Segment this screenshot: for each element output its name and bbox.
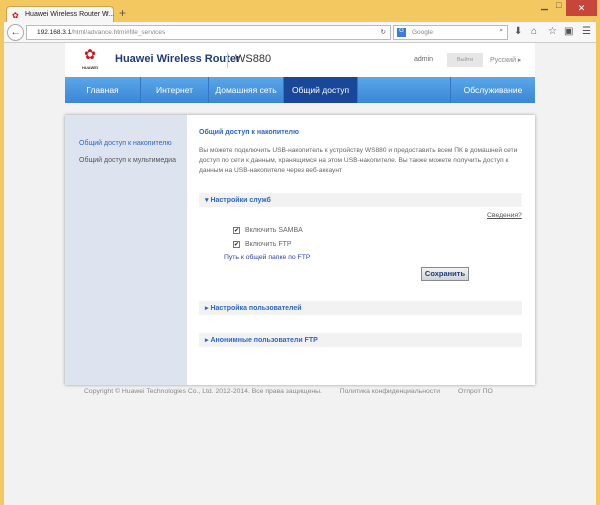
- home-icon[interactable]: ⌂: [531, 26, 537, 37]
- sidebar-item-media-sharing[interactable]: Общий доступ к мультимедиа: [79, 157, 176, 164]
- reload-icon[interactable]: ↻: [381, 28, 386, 36]
- search-placeholder: Google: [412, 29, 433, 36]
- logo-text: HUAWEI: [82, 65, 98, 70]
- router-header: ✿ HUAWEI Huawei Wireless Router WS880 adm…: [65, 43, 535, 77]
- logout-button[interactable]: Выйти: [447, 53, 483, 67]
- sidebar: Общий доступ к накопителю Общий доступ к…: [65, 115, 187, 385]
- close-window-button[interactable]: ✕: [566, 0, 597, 16]
- samba-checkbox[interactable]: ✔ Включить SAMBA: [233, 227, 303, 234]
- minimize-button[interactable]: ▁: [541, 0, 548, 11]
- footer: Copyright © Huawei Technologies Co., Ltd…: [84, 388, 509, 395]
- product-title: Huawei Wireless Router: [115, 53, 241, 65]
- huawei-logo: ✿ HUAWEI: [77, 47, 103, 75]
- menu-sharing[interactable]: Общий доступ: [284, 77, 358, 103]
- copyright: Copyright © Huawei Technologies Co., Ltd…: [84, 388, 322, 395]
- save-button[interactable]: Сохранить: [421, 267, 469, 281]
- search-icon[interactable]: ⌕: [499, 27, 503, 35]
- divider: [227, 52, 228, 68]
- url-path: /html/advance.html#file_services: [71, 29, 166, 36]
- tab-title: Huawei Wireless Router W...: [25, 11, 115, 18]
- main-panel: Общий доступ к накопителю Вы можете подк…: [187, 115, 535, 385]
- model-name: WS880: [235, 53, 272, 65]
- help-link[interactable]: Сведения?: [487, 212, 522, 219]
- browser-tab[interactable]: ✿ Huawei Wireless Router W... ×: [6, 6, 114, 23]
- browser-tab-bar: ✿ Huawei Wireless Router W... × + ▁ □ ✕: [0, 0, 600, 23]
- ftp-path-link[interactable]: Путь к общей папке по FTP: [224, 254, 310, 261]
- section-label: Настройки служб: [210, 197, 271, 204]
- close-tab-icon[interactable]: ×: [105, 10, 109, 17]
- search-engine-icon[interactable]: G: [397, 28, 406, 37]
- new-tab-button[interactable]: +: [119, 6, 126, 20]
- description: Вы можете подключить USB-накопитель к ус…: [199, 147, 518, 174]
- checkbox-checked-icon[interactable]: ✔: [233, 227, 240, 234]
- sidebar-item-storage-sharing[interactable]: Общий доступ к накопителю: [79, 140, 172, 147]
- ftp-label: Включить FTP: [245, 241, 292, 248]
- menu-maintenance[interactable]: Обслуживание: [451, 77, 535, 103]
- menu-spacer: [358, 77, 451, 103]
- privacy-link[interactable]: Политика конфиденциальности: [340, 388, 440, 395]
- open-source-link[interactable]: Отпрoт ПО: [458, 388, 493, 395]
- section-title: Общий доступ к накопителю: [199, 129, 299, 136]
- username: admin: [414, 56, 434, 63]
- main-menu: Главная Интернет Домашняя сеть Общий дос…: [65, 77, 535, 103]
- downloads-icon[interactable]: ⬇: [514, 26, 522, 37]
- checkbox-checked-icon[interactable]: ✔: [233, 241, 240, 248]
- content-card: Общий доступ к накопителю Общий доступ к…: [65, 115, 535, 385]
- menu-icon[interactable]: ☰: [582, 26, 591, 37]
- bookmark-star-icon[interactable]: ☆: [548, 26, 557, 37]
- samba-label: Включить SAMBA: [245, 227, 303, 234]
- service-settings-section[interactable]: ▾ Настройки служб: [199, 193, 522, 207]
- user-settings-section[interactable]: ▸ Настройка пользователей: [199, 301, 522, 315]
- section-label: Анонимные пользователи FTP: [210, 337, 318, 344]
- language-select[interactable]: Русский ▸: [490, 56, 521, 64]
- menu-home-network[interactable]: Домашняя сеть: [209, 77, 284, 103]
- language-label: Русский: [490, 57, 516, 64]
- huawei-favicon-icon: ✿: [12, 11, 19, 20]
- address-bar[interactable]: 192.168.3.1/html/advance.html#file_servi…: [26, 25, 391, 40]
- browser-toolbar: ← 192.168.3.1/html/advance.html#file_ser…: [4, 22, 596, 43]
- menu-internet[interactable]: Интернет: [141, 77, 209, 103]
- section-label: Настройка пользователей: [210, 305, 302, 312]
- pocket-icon[interactable]: ▣: [564, 26, 573, 37]
- router-page: ✿ HUAWEI Huawei Wireless Router WS880 adm…: [4, 43, 596, 505]
- url-host: 192.168.3.1: [37, 29, 72, 36]
- ftp-checkbox[interactable]: ✔ Включить FTP: [233, 241, 292, 248]
- maximize-button[interactable]: □: [556, 0, 561, 10]
- menu-home[interactable]: Главная: [65, 77, 141, 103]
- search-input[interactable]: G Google ⌕: [393, 25, 508, 40]
- anonymous-ftp-section[interactable]: ▸ Анонимные пользователи FTP: [199, 333, 522, 347]
- back-button[interactable]: ←: [7, 24, 24, 41]
